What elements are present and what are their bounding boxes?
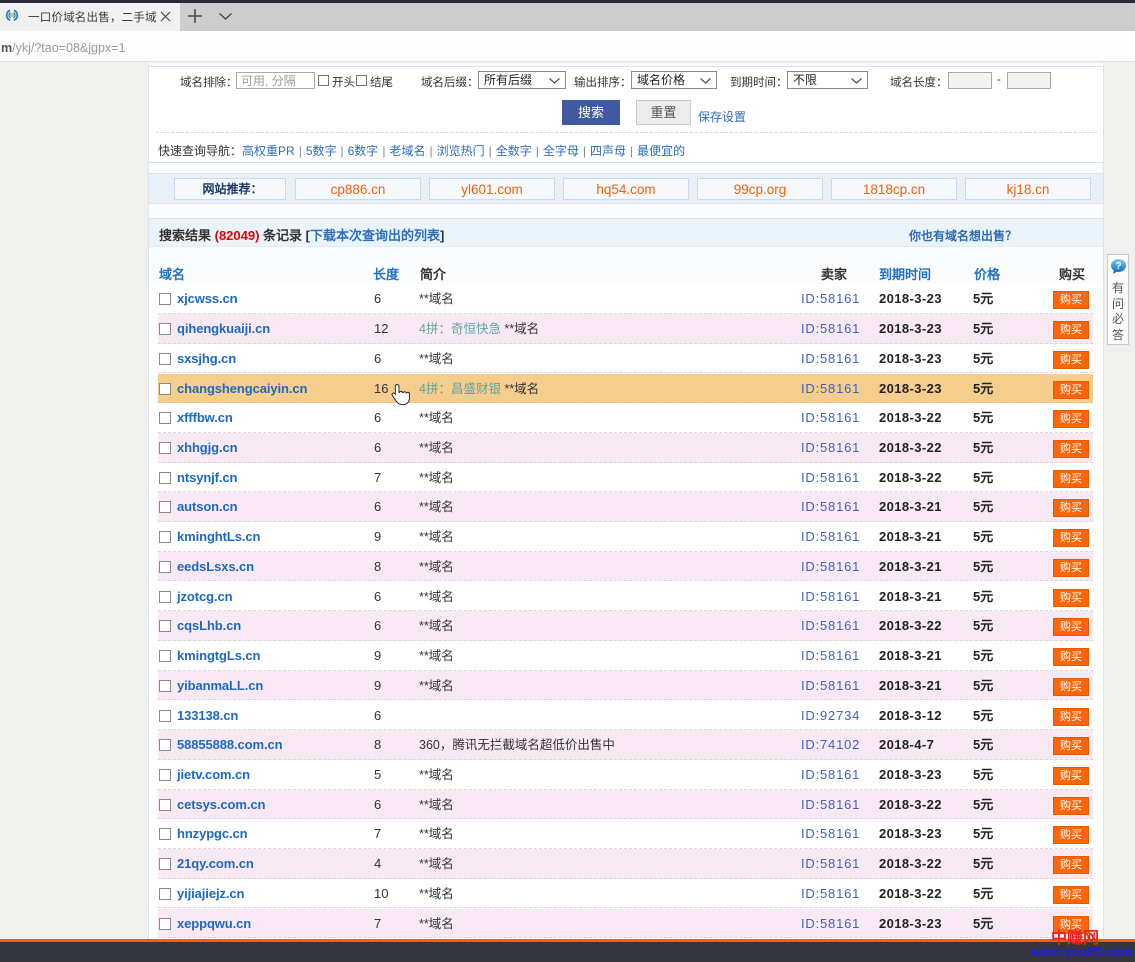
svg-text:?: ? bbox=[1115, 261, 1121, 272]
